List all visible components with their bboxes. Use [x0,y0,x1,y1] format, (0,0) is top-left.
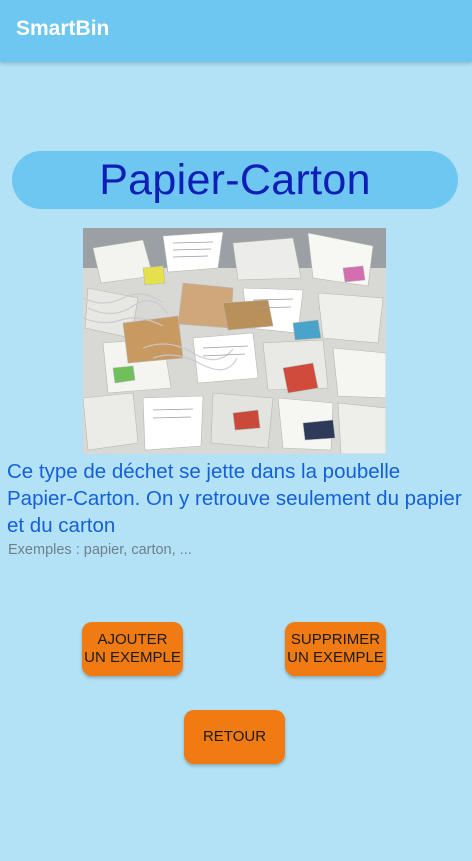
examples-text: Exemples : papier, carton, ... [8,542,192,558]
add-example-label-line2: UN EXEMPLE [84,649,181,666]
delete-example-label-line2: UN EXEMPLE [287,649,384,666]
delete-example-label: SUPPRIMER UN EXEMPLE [287,631,384,667]
back-button[interactable]: RETOUR [184,710,285,764]
category-title: Papier-Carton [99,155,371,204]
category-title-banner: Papier-Carton [12,151,458,209]
delete-example-label-line1: SUPPRIMER [290,631,381,648]
add-example-button[interactable]: AJOUTER UN EXEMPLE [82,622,183,676]
app-bar: SmartBin [0,0,472,62]
category-image [83,228,386,454]
category-description: Ce type de déchet se jette dans la poube… [7,460,462,537]
add-example-label: AJOUTER UN EXEMPLE [84,631,181,667]
add-example-label-line1: AJOUTER [97,631,168,648]
back-label: RETOUR [202,728,267,745]
app-title: SmartBin [16,17,110,40]
delete-example-button[interactable]: SUPPRIMER UN EXEMPLE [285,622,386,676]
